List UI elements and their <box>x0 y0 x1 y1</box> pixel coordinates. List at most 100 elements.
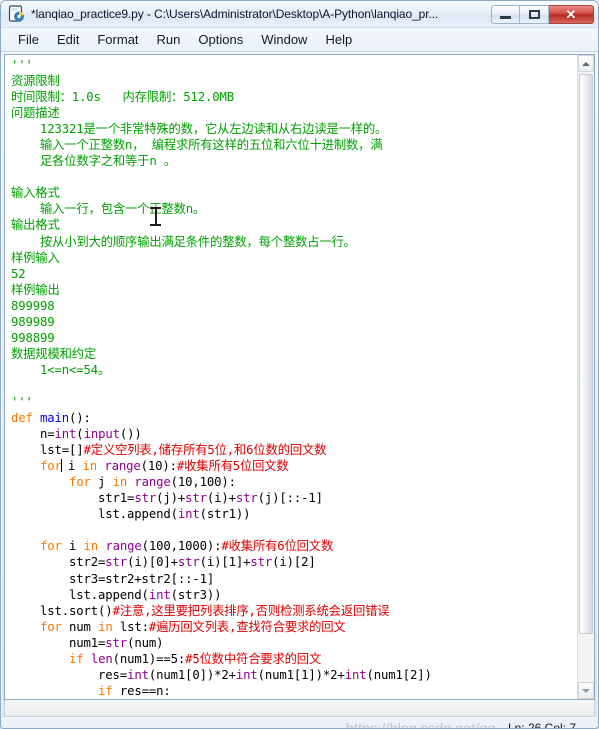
code-token: j <box>90 475 113 490</box>
code-token: str <box>235 491 258 506</box>
code-token: for <box>69 475 91 490</box>
code-line: 输出格式 <box>11 217 577 233</box>
horizontal-scrollbar[interactable] <box>4 700 595 717</box>
code-token: str1= <box>11 491 135 506</box>
menu-bar: File Edit Format Run Options Window Help <box>1 28 598 52</box>
code-token: #收集所有5位回文数 <box>176 459 289 474</box>
code-token: #收集所有6位回文数 <box>221 539 334 554</box>
menu-item-options[interactable]: Options <box>189 30 252 50</box>
docstring-text: 数据规模和约定 <box>11 346 97 361</box>
code-token: int <box>344 667 367 682</box>
code-line: str1=str(j)+str(i)+str(j)[::-1] <box>11 490 577 506</box>
code-line: ​ <box>11 378 577 394</box>
menu-item-format[interactable]: Format <box>88 30 147 50</box>
docstring-text: 足各位数字之和等于n 。 <box>11 154 176 169</box>
code-line: 输入一个正整数n， 编程求所有这样的五位和六位十进制数，满 <box>11 137 577 153</box>
code-line: 资源限制 <box>11 73 577 89</box>
code-token: str2= <box>11 555 106 570</box>
docstring-text: 输入格式 <box>11 186 60 201</box>
code-token: (j)[::-1] <box>257 491 323 506</box>
code-token: str <box>105 635 128 650</box>
code-token: lst.sort() <box>11 603 113 618</box>
code-line: str3=str2+str2[::-1] <box>11 571 577 587</box>
menu-item-help[interactable]: Help <box>316 30 361 50</box>
docstring-text: 123321是一个非常特殊的数，它从左边读和从右边读是一样的。 <box>11 122 388 137</box>
window-controls: ✕ <box>491 4 594 24</box>
docstring-text: 输入一行，包含一个正整数n。 <box>11 202 206 217</box>
code-editor[interactable]: ''' 资源限制 时间限制：1.0s 内存限制：512.0MB 问题描述 123321… <box>5 55 577 699</box>
code-token: num <box>61 619 99 634</box>
scroll-up-icon <box>582 61 590 66</box>
code-line: 问题描述 <box>11 105 577 121</box>
code-token: for <box>40 539 62 554</box>
code-line: n=int(input()) <box>11 426 577 442</box>
code-token: i <box>61 539 84 554</box>
code-line: if res==n: <box>11 683 577 699</box>
docstring-text: 1<=n<=54。 <box>11 362 111 377</box>
code-token: (10,100): <box>170 475 236 490</box>
code-token: (100,1000): <box>141 539 222 554</box>
scroll-up-button[interactable] <box>578 55 594 72</box>
code-token: for <box>40 459 62 474</box>
code-token: res= <box>11 667 128 682</box>
code-token: lst.append( <box>11 507 178 522</box>
code-token: lst: <box>112 619 149 634</box>
code-token: in <box>112 475 128 490</box>
code-token: len <box>90 651 113 666</box>
code-line: lst.append(int(str1)) <box>11 506 577 522</box>
scrollbar-thumb[interactable] <box>579 74 593 634</box>
code-token: int <box>127 667 149 682</box>
code-token: input <box>83 427 120 442</box>
code-line: str2=str(i)[0]+str(i)[1]+str(i)[2] <box>11 554 577 570</box>
code-token: (i)[0]+ <box>127 555 178 570</box>
code-token: (num1[2]) <box>366 667 432 682</box>
menu-item-window[interactable]: Window <box>252 30 316 50</box>
code-line: 899998 <box>11 298 577 314</box>
docstring-text: 问题描述 <box>11 106 60 121</box>
code-line: 时间限制：1.0s 内存限制：512.0MB <box>11 89 577 105</box>
title-bar[interactable]: *lanqiao_practice9.py - C:\Users\Adminis… <box>1 1 598 28</box>
code-line: num1=str(num) <box>11 635 577 651</box>
code-token: #定义空列表,储存所有5位,和6位数的回文数 <box>83 443 327 458</box>
code-token: (num) <box>127 635 164 650</box>
menu-item-edit[interactable]: Edit <box>48 30 88 50</box>
maximize-button[interactable] <box>520 4 549 24</box>
menu-item-file[interactable]: File <box>9 30 48 50</box>
code-line: 样例输出 <box>11 282 577 298</box>
code-line: ''' <box>11 57 577 73</box>
code-token: int <box>54 427 77 442</box>
scroll-down-button[interactable] <box>578 682 594 699</box>
code-token: str3=str2+str2[::-1] <box>11 571 215 586</box>
docstring-text: 样例输出 <box>11 282 60 297</box>
menu-item-run[interactable]: Run <box>148 30 190 50</box>
code-token: int <box>148 587 171 602</box>
code-token: str <box>134 491 157 506</box>
scrollbar-track[interactable] <box>578 72 594 682</box>
docstring-text: 输入一个正整数n， 编程求所有这样的五位和六位十进制数，满 <box>11 138 383 153</box>
code-token: (i)[2] <box>272 555 316 570</box>
idle-editor-window: *lanqiao_practice9.py - C:\Users\Adminis… <box>0 0 599 729</box>
code-line: ''' <box>11 394 577 410</box>
minimize-button[interactable] <box>491 4 520 24</box>
code-token: ()) <box>119 427 142 442</box>
docstring-text: 时间限制：1.0s 内存限制：512.0MB <box>11 90 235 105</box>
docstring-text: 按从小到大的顺序输出满足条件的整数，每个整数占一行。 <box>11 234 356 249</box>
code-text[interactable]: ''' 资源限制 时间限制：1.0s 内存限制：512.0MB 问题描述 123321… <box>11 57 577 699</box>
close-button[interactable]: ✕ <box>549 4 594 24</box>
docstring-text: ''' <box>11 394 33 409</box>
docstring-text: 资源限制 <box>11 74 60 89</box>
code-token: ( <box>76 427 84 442</box>
maximize-icon <box>528 9 540 19</box>
code-token: n= <box>11 427 55 442</box>
editor-area: ''' 资源限制 时间限制：1.0s 内存限制：512.0MB 问题描述 123321… <box>4 54 595 700</box>
code-token: (str1)) <box>199 507 251 522</box>
code-line: for i in range(100,1000):#收集所有6位回文数 <box>11 538 577 554</box>
code-token: num1= <box>11 635 106 650</box>
cursor-position-status: Ln: 26 Col: 7 <box>507 721 576 729</box>
code-line: for i in range(10):#收集所有5位回文数 <box>11 458 577 474</box>
vertical-scrollbar[interactable] <box>577 55 594 699</box>
code-line: ​ <box>11 169 577 185</box>
